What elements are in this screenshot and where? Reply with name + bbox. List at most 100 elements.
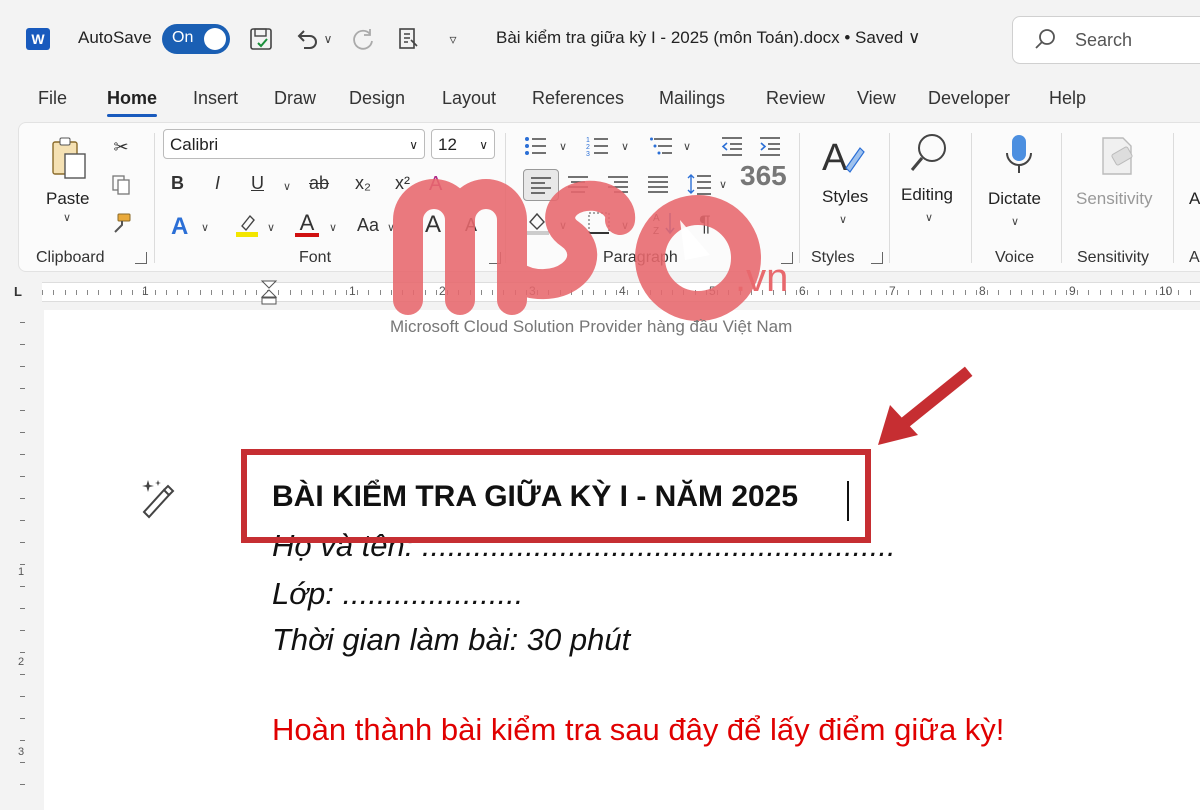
tab-home[interactable]: Home [107,88,158,117]
tab-mailings[interactable]: Mailings [659,88,725,109]
strikethrough-button[interactable]: ab [309,173,329,194]
customize-toolbar-icon[interactable]: ▿ [438,24,468,54]
vertical-ruler[interactable]: 1 2 3 [8,312,38,800]
chevron-down-icon[interactable]: ∨ [683,140,691,153]
watermark-subtitle: Microsoft Cloud Solution Provider hàng đ… [390,317,793,336]
tab-design[interactable]: Design [349,88,405,109]
microphone-icon[interactable] [999,131,1039,181]
font-color-button[interactable]: A [293,211,321,239]
chevron-down-icon[interactable]: ∨ [839,213,847,226]
increase-indent-icon[interactable] [757,133,783,159]
touch-mode-icon[interactable] [394,24,424,54]
addins-button-partial[interactable]: A [1189,189,1200,209]
copy-icon[interactable] [109,173,133,197]
superscript-button[interactable]: x² [395,173,410,194]
tab-draw[interactable]: Draw [274,88,316,109]
multilevel-list-icon[interactable] [649,133,675,159]
chevron-down-icon[interactable]: ∨ [559,219,567,232]
font-size-dropdown[interactable]: 12 ∨ [431,129,495,159]
paste-dropdown-icon[interactable]: ∨ [63,211,71,224]
undo-dropdown-icon[interactable]: ∨ [318,24,338,54]
redo-icon[interactable] [348,24,378,54]
decrease-indent-icon[interactable] [719,133,745,159]
show-formatting-marks-button[interactable]: ¶ [699,211,711,237]
styles-button[interactable]: Styles [822,187,868,207]
separator [154,133,155,263]
clipboard-launcher-icon[interactable] [135,252,147,264]
chevron-down-icon[interactable]: ∨ [621,140,629,153]
change-case-button[interactable]: Aa [357,215,379,236]
dictate-button[interactable]: Dictate [988,189,1041,209]
horizontal-ruler[interactable]: 1 1 2 3 4 5 6 7 8 9 10 [42,282,1200,302]
tab-references[interactable]: References [532,88,624,109]
align-left-icon[interactable] [523,169,559,201]
clear-formatting-button[interactable]: A [429,173,442,196]
font-name-dropdown[interactable]: Calibri ∨ [163,129,425,159]
chevron-down-icon[interactable]: ∨ [719,178,727,191]
bold-button[interactable]: B [171,173,184,194]
line-spacing-icon[interactable] [685,171,715,197]
search-box[interactable]: Search [1012,16,1200,64]
vruler-tick [20,740,25,741]
underline-button[interactable]: U [251,173,264,194]
ruler-tick [75,290,77,295]
chevron-down-icon[interactable]: ∨ [621,219,629,232]
tab-layout[interactable]: Layout [442,88,496,109]
styles-icon[interactable]: A [819,133,867,181]
text-effects-button[interactable]: A [171,213,188,241]
align-center-icon[interactable] [565,171,591,197]
subscript-button[interactable]: x₂ [355,173,371,194]
highlight-icon[interactable] [233,211,261,239]
chevron-down-icon[interactable]: ∨ [201,221,209,234]
numbering-icon[interactable]: 123 [585,133,611,159]
instruction-line[interactable]: Hoàn thành bài kiểm tra sau đây để lấy đ… [272,712,1004,748]
ruler-tick [1122,290,1123,295]
shading-icon[interactable] [523,209,553,237]
align-right-icon[interactable] [605,171,631,197]
styles-launcher-icon[interactable] [871,252,883,264]
tab-insert[interactable]: Insert [193,88,238,109]
paste-icon[interactable] [47,135,91,183]
editing-search-icon[interactable] [905,129,953,177]
document-title[interactable]: Bài kiểm tra giữa kỳ I - 2025 (môn Toán)… [496,28,920,48]
save-icon[interactable] [246,24,276,54]
grow-font-button[interactable]: A [425,211,441,239]
tab-view[interactable]: View [857,88,896,109]
sort-icon[interactable]: AZ [651,209,679,237]
chevron-down-icon[interactable]: ∨ [925,211,933,224]
ruler-tick [548,290,550,295]
autosave-toggle[interactable]: On [162,24,230,54]
tab-developer[interactable]: Developer [928,88,1010,109]
borders-icon[interactable] [585,209,613,237]
chevron-down-icon[interactable]: ∨ [267,221,275,234]
font-launcher-icon[interactable] [489,252,501,264]
time-line[interactable]: Thời gian làm bài: 30 phút [272,622,630,658]
svg-text:A: A [653,213,660,224]
format-painter-icon[interactable] [109,211,133,235]
tab-help[interactable]: Help [1049,88,1086,109]
italic-button[interactable]: I [215,173,220,194]
tab-review[interactable]: Review [766,88,825,109]
sensitivity-button[interactable]: Sensitivity [1076,189,1153,209]
justify-icon[interactable] [645,171,671,197]
bullets-icon[interactable] [523,133,549,159]
ruler-tick [897,290,898,295]
chevron-down-icon[interactable]: ∨ [1011,215,1019,228]
ruler-tick [964,290,966,295]
underline-dropdown-icon[interactable]: ∨ [283,180,291,193]
copilot-draft-icon[interactable] [136,476,182,522]
shrink-font-button[interactable]: A [465,215,477,236]
chevron-down-icon[interactable]: ∨ [329,221,337,234]
class-line[interactable]: Lớp: ..................... [272,576,523,612]
tab-file[interactable]: File [38,88,67,109]
indent-marker-icon[interactable] [260,280,278,306]
cut-icon[interactable]: ✂ [109,135,133,159]
addins-group-label-partial: A [1189,249,1200,266]
chevron-down-icon[interactable]: ∨ [559,140,567,153]
ruler-tick [165,290,167,295]
paste-label[interactable]: Paste [46,189,89,209]
sensitivity-icon[interactable] [1095,133,1139,179]
editing-button[interactable]: Editing [901,185,953,205]
tab-stop-selector[interactable]: L [14,284,26,299]
chevron-down-icon[interactable]: ∨ [387,221,395,234]
